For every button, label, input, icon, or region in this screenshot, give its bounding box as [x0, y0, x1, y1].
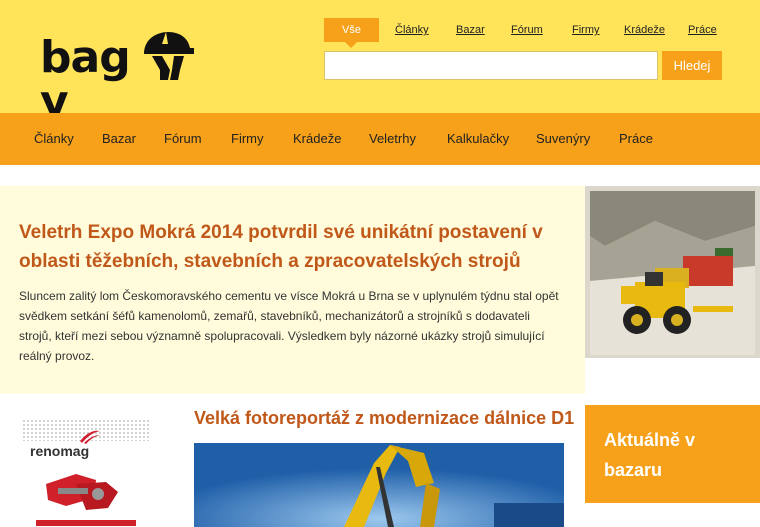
featured-image[interactable] [585, 186, 760, 358]
wheel-loader-photo [585, 186, 760, 358]
nav-item-calculators[interactable]: Kalkulačky [447, 113, 509, 165]
nav-item-thefts[interactable]: Krádeže [293, 113, 341, 165]
nav-item-articles[interactable]: Články [34, 113, 74, 165]
search-tab-articles[interactable]: Články [395, 18, 429, 42]
featured-text: Sluncem zalitý lom Českomoravského cemen… [19, 289, 559, 363]
header: bagy Vše Články Bazar Fórum Firmy Krádež… [0, 0, 760, 124]
article-image[interactable] [194, 443, 564, 527]
helmet-icon [144, 32, 194, 80]
nav-item-souvenirs[interactable]: Suvenýry [536, 113, 590, 165]
search-tab-thefts[interactable]: Krádeže [624, 18, 665, 42]
main-nav: Články Bazar Fórum Firmy Krádeže Veletrh… [0, 113, 760, 165]
search-tab-all[interactable]: Vše [324, 18, 379, 48]
search-tab-bazar[interactable]: Bazar [456, 18, 485, 42]
search-button[interactable]: Hledej [662, 51, 722, 80]
nav-item-forum[interactable]: Fórum [164, 113, 202, 165]
advertisement[interactable]: renomag [22, 419, 150, 527]
bazar-title: Aktuálně v bazaru [604, 430, 696, 480]
nav-item-bazar[interactable]: Bazar [102, 113, 136, 165]
search-tab-firms[interactable]: Firmy [572, 18, 600, 42]
ad-brand: renomag [30, 443, 90, 459]
nav-item-fairs[interactable]: Veletrhy [369, 113, 416, 165]
hydraulic-hammer-icon [36, 474, 136, 526]
featured-title[interactable]: Veletrh Expo Mokrá 2014 potvrdil své uni… [19, 218, 569, 276]
article-title[interactable]: Velká fotoreportáž z modernizace dálnice… [194, 408, 574, 429]
nav-item-jobs[interactable]: Práce [619, 113, 653, 165]
excavator-arm-photo [194, 443, 564, 527]
nav-item-firms[interactable]: Firmy [231, 113, 264, 165]
search-tab-forum[interactable]: Fórum [511, 18, 543, 42]
logo[interactable]: bagy [40, 30, 200, 124]
search-input[interactable] [324, 51, 658, 80]
search-tab-jobs[interactable]: Práce [688, 18, 717, 42]
bazar-box[interactable]: Aktuálně v bazaru [585, 405, 760, 503]
featured-article: Veletrh Expo Mokrá 2014 potvrdil své uni… [0, 186, 585, 394]
